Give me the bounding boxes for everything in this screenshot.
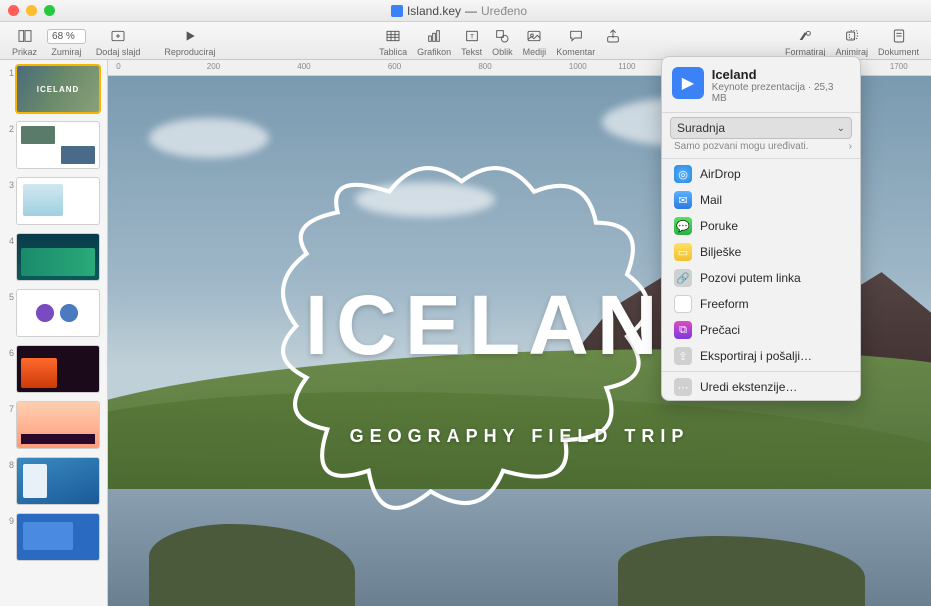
document-status: Uređeno [481, 4, 527, 18]
table-button[interactable]: Tablica [375, 26, 411, 57]
slide-thumb-3[interactable]: 3 [4, 178, 103, 224]
slide-thumb-9[interactable]: 9 [4, 514, 103, 560]
airdrop-icon: ◎ [674, 165, 692, 183]
slide-subtitle[interactable]: GEOGRAPHY FIELD TRIP [108, 426, 931, 447]
plus-icon [110, 26, 126, 46]
comment-icon [568, 26, 584, 46]
share-shortcuts[interactable]: ⧉ Prečaci [662, 317, 860, 343]
media-button[interactable]: Mediji [519, 26, 551, 57]
share-mode-select[interactable]: Suradnja ⌄ [670, 117, 852, 139]
close-button[interactable] [8, 5, 19, 16]
share-notes[interactable]: ▭ Bilješke [662, 239, 860, 265]
share-export-send[interactable]: ⇪ Eksportiraj i pošalji… [662, 343, 860, 369]
extensions-icon: ⋯ [674, 378, 692, 396]
export-icon: ⇪ [674, 347, 692, 365]
svg-text:T: T [470, 34, 474, 41]
share-permission-row[interactable]: Samo pozvani mogu uređivati. › [674, 141, 852, 152]
messages-icon: 💬 [674, 217, 692, 235]
shape-button[interactable]: Oblik [488, 26, 517, 57]
view-button[interactable]: Prikaz [8, 26, 41, 57]
slide-thumb-4[interactable]: 4 [4, 234, 103, 280]
share-invite-link[interactable]: 🔗 Pozovi putem linka [662, 265, 860, 291]
table-icon [385, 26, 401, 46]
thumbnail[interactable] [17, 122, 99, 168]
filename-label: Island.key [407, 4, 461, 18]
thumbnail[interactable] [17, 346, 99, 392]
mail-icon: ✉ [674, 191, 692, 209]
play-button[interactable]: Reproduciraj [160, 26, 219, 57]
share-mail[interactable]: ✉ Mail [662, 187, 860, 213]
animate-button[interactable]: Animiraj [831, 26, 872, 57]
window-controls [8, 5, 55, 16]
view-icon [17, 26, 33, 46]
shortcuts-icon: ⧉ [674, 321, 692, 339]
slide-thumb-7[interactable]: 7 [4, 402, 103, 448]
media-icon [526, 26, 542, 46]
share-header: ▶ Iceland Keynote prezentacija · 25,3 MB [662, 57, 860, 110]
window-title: Island.key — Uređeno [55, 4, 863, 18]
share-airdrop[interactable]: ◎ AirDrop [662, 161, 860, 187]
notes-icon: ▭ [674, 243, 692, 261]
text-button[interactable]: T Tekst [457, 26, 486, 57]
slide-thumb-1[interactable]: 1 ICELAND [4, 66, 103, 112]
thumbnail[interactable] [17, 402, 99, 448]
thumbnail[interactable] [17, 234, 99, 280]
text-icon: T [464, 26, 480, 46]
share-doc-meta: Keynote prezentacija · 25,3 MB [712, 82, 850, 104]
chart-icon [426, 26, 442, 46]
slide-thumb-6[interactable]: 6 [4, 346, 103, 392]
slide-navigator[interactable]: 1 ICELAND 2 3 4 5 6 7 8 [0, 60, 108, 606]
slide-thumb-5[interactable]: 5 [4, 290, 103, 336]
document-button[interactable]: Dokument [874, 26, 923, 57]
comment-button[interactable]: Komentar [552, 26, 599, 57]
share-messages[interactable]: 💬 Poruke [662, 213, 860, 239]
chart-button[interactable]: Grafikon [413, 26, 455, 57]
keynote-app-icon: ▶ [672, 67, 704, 99]
add-slide-button[interactable]: Dodaj slajd [92, 26, 145, 57]
window-titlebar: Island.key — Uređeno [0, 0, 931, 22]
slide-thumb-2[interactable]: 2 [4, 122, 103, 168]
minimize-button[interactable] [26, 5, 37, 16]
shape-icon [494, 26, 510, 46]
share-popover: ▶ Iceland Keynote prezentacija · 25,3 MB… [661, 56, 861, 401]
play-icon [182, 26, 198, 46]
freeform-icon: ✎ [674, 295, 692, 313]
zoom-control[interactable]: 68 % Zumiraj [43, 26, 90, 57]
chevron-updown-icon: ⌄ [837, 123, 845, 134]
thumbnail[interactable]: ICELAND [17, 66, 99, 112]
animate-icon [844, 26, 860, 46]
slide-thumb-8[interactable]: 8 [4, 458, 103, 504]
toolbar: Prikaz 68 % Zumiraj Dodaj slajd Reproduc… [0, 22, 931, 60]
share-freeform[interactable]: ✎ Freeform [662, 291, 860, 317]
thumbnail[interactable] [17, 458, 99, 504]
chevron-right-icon: › [849, 141, 852, 152]
zoom-select[interactable]: 68 % [47, 29, 86, 44]
thumbnail[interactable] [17, 514, 99, 560]
share-edit-extensions[interactable]: ⋯ Uredi ekstenzije… [662, 374, 860, 400]
link-icon: 🔗 [674, 269, 692, 287]
share-button[interactable] [601, 26, 625, 57]
share-icon [605, 26, 621, 46]
format-button[interactable]: Formatiraj [781, 26, 830, 57]
maximize-button[interactable] [44, 5, 55, 16]
thumbnail[interactable] [17, 290, 99, 336]
format-icon [797, 26, 813, 46]
share-doc-name: Iceland [712, 67, 850, 82]
keynote-doc-icon [391, 5, 403, 17]
document-icon [891, 26, 907, 46]
thumbnail[interactable] [17, 178, 99, 224]
